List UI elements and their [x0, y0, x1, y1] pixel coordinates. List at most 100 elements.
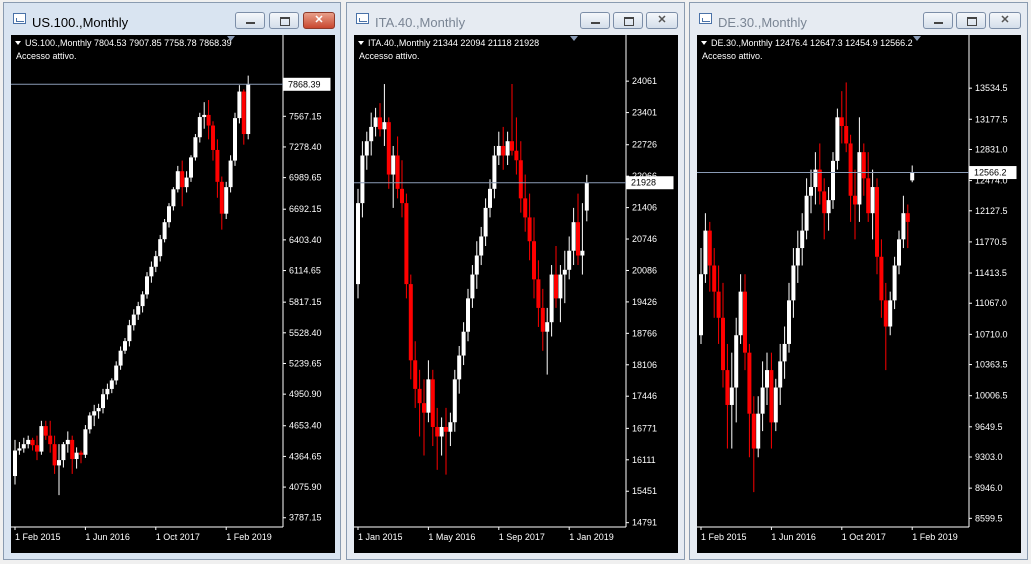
time-tick-label: 1 Feb 2015	[15, 532, 61, 542]
price-tick-label: 13177.5	[975, 114, 1008, 124]
candle-bullish	[778, 361, 783, 388]
candle-bullish	[804, 195, 809, 231]
candle-bearish	[378, 117, 382, 130]
time-tick-label: 1 Jun 2016	[85, 532, 130, 542]
price-tick-label: 4950.90	[289, 389, 322, 399]
chart-window-icon	[13, 13, 26, 24]
price-tick-label: 4364.65	[289, 451, 322, 461]
candle-bearish	[879, 256, 884, 301]
candle-bullish	[474, 255, 479, 275]
chart-window-ita40[interactable]: ITA.40.,Monthly ✕ ITA.40.,Monthly 21344 …	[346, 2, 685, 560]
candle-bullish	[391, 155, 396, 175]
candle-bearish	[725, 370, 730, 405]
candle-bullish	[734, 335, 739, 388]
candle-bullish	[466, 298, 470, 332]
candle-bullish	[17, 448, 22, 451]
candle-bullish	[461, 331, 466, 356]
minimize-button[interactable]	[580, 12, 610, 29]
candle-bullish	[897, 239, 901, 266]
price-tick-label: 7567.15	[289, 111, 322, 121]
time-tick-label: 1 Oct 2017	[842, 532, 886, 542]
price-tick-label: 6692.15	[289, 204, 322, 214]
time-tick-label: 1 Oct 2017	[156, 532, 200, 542]
candlestick-chart-de30[interactable]: DE.30.,Monthly 12476.4 12647.3 12454.9 1…	[697, 35, 1021, 553]
candle-bullish	[479, 236, 484, 256]
window-titlebar[interactable]: ITA.40.,Monthly ✕	[347, 3, 684, 33]
window-title: ITA.40.,Monthly	[375, 15, 466, 30]
candle-bullish	[426, 379, 431, 413]
candle-bullish	[787, 300, 791, 344]
candle-bullish	[488, 188, 492, 208]
chart-area[interactable]: ITA.40.,Monthly 21344 22094 21118 21928 A…	[354, 35, 678, 553]
candle-bullish	[61, 444, 66, 461]
candle-bearish	[554, 274, 558, 299]
candle-bullish	[791, 265, 796, 301]
candle-bearish	[721, 317, 725, 371]
candlestick-chart-us100[interactable]: US.100.,Monthly 7804.53 7907.85 7758.78 …	[11, 35, 335, 553]
candle-bearish	[206, 114, 211, 126]
minimize-button[interactable]	[923, 12, 953, 29]
time-tick-label: 1 Jan 2019	[569, 532, 614, 542]
price-tick-label: 13534.5	[975, 83, 1008, 93]
close-button[interactable]: ✕	[989, 12, 1021, 29]
close-button[interactable]: ✕	[303, 12, 335, 29]
candle-bearish	[70, 439, 75, 460]
price-tick-label: 22726	[632, 140, 657, 150]
maximize-button[interactable]	[613, 12, 643, 29]
candle-bearish	[532, 241, 536, 280]
candle-bullish	[870, 187, 875, 214]
candle-bullish	[140, 294, 145, 307]
chart-area[interactable]: DE.30.,Monthly 12476.4 12647.3 12454.9 1…	[697, 35, 1021, 553]
chart-window-de30[interactable]: DE.30.,Monthly ✕ DE.30.,Monthly 12476.4 …	[689, 2, 1028, 560]
price-tick-label: 5528.40	[289, 328, 322, 338]
candle-bullish	[699, 274, 703, 336]
chart-window-us100[interactable]: US.100.,Monthly ✕ US.100.,Monthly 7804.5…	[3, 2, 341, 560]
price-tick-label: 5239.65	[289, 358, 322, 368]
candle-bullish	[101, 394, 105, 409]
candle-bearish	[853, 195, 857, 205]
candle-bearish	[875, 187, 879, 257]
candle-bullish	[584, 182, 589, 211]
candle-bearish	[747, 352, 752, 414]
candle-bearish	[518, 160, 523, 199]
candle-bullish	[888, 300, 893, 327]
maximize-button[interactable]	[269, 12, 299, 29]
minimize-button[interactable]	[235, 12, 265, 29]
price-tick-label: 10006.5	[975, 391, 1008, 401]
candlestick-chart-ita40[interactable]: ITA.40.,Monthly 21344 22094 21118 21928 A…	[354, 35, 678, 553]
candle-bullish	[703, 230, 708, 275]
chart-window-icon	[699, 13, 712, 24]
candle-bearish	[707, 230, 712, 266]
candle-bullish	[835, 117, 840, 161]
candle-bullish	[765, 370, 769, 388]
candle-bullish	[184, 177, 189, 188]
candle-bullish	[26, 439, 31, 445]
close-button[interactable]: ✕	[646, 12, 678, 29]
window-titlebar[interactable]: US.100.,Monthly ✕	[4, 3, 340, 33]
chart-area[interactable]: US.100.,Monthly 7804.53 7907.85 7758.78 …	[11, 35, 335, 553]
candle-bullish	[109, 380, 114, 389]
candle-bearish	[413, 360, 418, 389]
candle-bullish	[189, 157, 193, 178]
price-tick-label: 7278.40	[289, 142, 322, 152]
candle-bullish	[118, 350, 123, 366]
candle-bearish	[52, 444, 57, 466]
candle-bullish	[87, 415, 92, 430]
window-titlebar[interactable]: DE.30.,Monthly ✕	[690, 3, 1027, 33]
candle-bearish	[905, 213, 910, 222]
candle-bullish	[892, 265, 897, 301]
candle-bearish	[712, 265, 717, 292]
time-tick-label: 1 Jun 2016	[771, 532, 816, 542]
candle-bearish	[716, 291, 721, 318]
candle-bullish	[145, 276, 149, 295]
candle-bearish	[839, 117, 844, 127]
candle-bearish	[501, 145, 506, 156]
maximize-button[interactable]	[956, 12, 986, 29]
candle-bullish	[567, 250, 572, 270]
candle-bullish	[826, 200, 831, 214]
candle-bullish	[364, 141, 369, 156]
candle-bullish	[738, 291, 743, 336]
candle-bearish	[417, 388, 422, 404]
candle-bullish	[114, 365, 119, 381]
candle-bullish	[756, 413, 761, 449]
